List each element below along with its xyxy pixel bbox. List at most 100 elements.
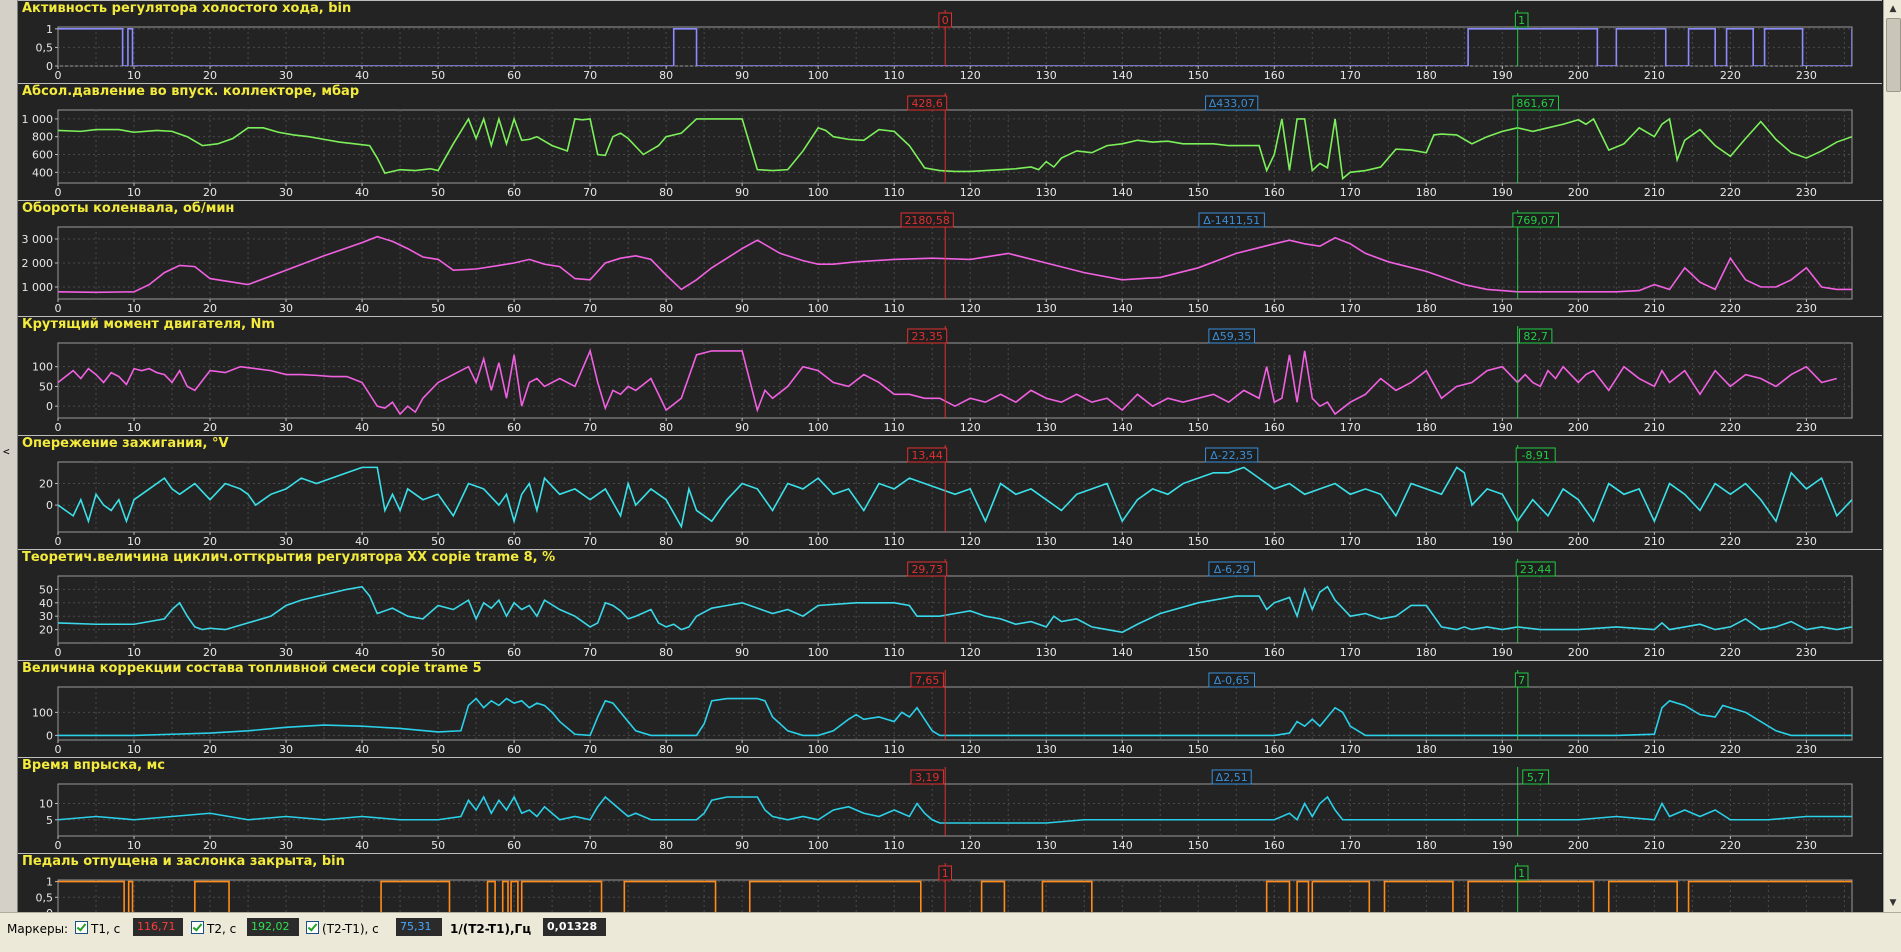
marker-t2-label: -8,91 <box>1521 449 1549 462</box>
x-tick-label: 160 <box>1264 646 1285 659</box>
y-tick-label: 800 <box>32 131 53 144</box>
x-tick-label: 70 <box>583 646 597 659</box>
x-tick-label: 190 <box>1492 302 1513 315</box>
chart-title: Величина коррекции состава топливной сме… <box>22 661 482 676</box>
charts-svg: Активность регулятора холостого хода, bi… <box>18 0 1882 912</box>
scroll-up-icon[interactable]: ▲ <box>1886 2 1900 16</box>
x-tick-label: 80 <box>659 743 673 756</box>
plot-area <box>57 783 1853 837</box>
x-tick-label: 180 <box>1416 535 1437 548</box>
x-tick-label: 70 <box>583 69 597 82</box>
marker-t1-label: 428,6 <box>911 97 943 110</box>
t2-checkbox[interactable] <box>191 921 204 934</box>
scroll-down-icon[interactable]: ▼ <box>1886 896 1900 910</box>
x-tick-label: 170 <box>1340 69 1361 82</box>
x-tick-label: 50 <box>431 743 445 756</box>
chart-9: Педаль отпущена и заслонка закрыта, bin 0… <box>18 853 1882 912</box>
x-tick-label: 80 <box>659 69 673 82</box>
x-tick-label: 140 <box>1112 535 1133 548</box>
x-tick-label: 90 <box>735 302 749 315</box>
x-tick-label: 110 <box>884 69 905 82</box>
x-tick-label: 0 <box>55 421 62 434</box>
x-tick-label: 60 <box>507 535 521 548</box>
x-tick-label: 220 <box>1720 302 1741 315</box>
y-tick-label: 100 <box>32 706 53 719</box>
x-tick-label: 100 <box>808 535 829 548</box>
dt-checkbox[interactable] <box>306 921 319 934</box>
x-tick-label: 0 <box>55 302 62 315</box>
x-tick-label: 160 <box>1264 186 1285 199</box>
collapse-left-icon[interactable]: < <box>3 445 10 458</box>
y-tick-label: 50 <box>39 380 53 393</box>
vertical-scrollbar[interactable]: ▲ ▼ <box>1883 0 1901 912</box>
x-tick-label: 110 <box>884 186 905 199</box>
status-bar <box>0 942 1901 952</box>
x-tick-label: 140 <box>1112 69 1133 82</box>
x-tick-label: 200 <box>1568 69 1589 82</box>
x-tick-label: 90 <box>735 186 749 199</box>
x-tick-label: 220 <box>1720 69 1741 82</box>
x-tick-label: 130 <box>1036 839 1057 852</box>
x-tick-label: 130 <box>1036 743 1057 756</box>
t1-checkbox[interactable] <box>75 921 88 934</box>
x-tick-label: 60 <box>507 646 521 659</box>
y-tick-label: 1 000 <box>22 113 54 126</box>
x-tick-label: 230 <box>1796 535 1817 548</box>
x-tick-label: 10 <box>127 302 141 315</box>
dt-value: 75,31 <box>396 918 442 936</box>
marker-t2-label: 82,7 <box>1523 330 1548 343</box>
x-tick-label: 160 <box>1264 421 1285 434</box>
x-tick-label: 120 <box>960 535 981 548</box>
x-tick-label: 20 <box>203 186 217 199</box>
x-tick-label: 220 <box>1720 535 1741 548</box>
x-tick-label: 190 <box>1492 839 1513 852</box>
marker-delta-label: Δ-1411,51 <box>1203 214 1260 227</box>
marker-delta-label: Δ-0,65 <box>1214 674 1250 687</box>
x-tick-label: 130 <box>1036 186 1057 199</box>
y-tick-label: 1 000 <box>22 281 54 294</box>
plot-area <box>57 26 1853 67</box>
x-tick-label: 150 <box>1188 646 1209 659</box>
x-tick-label: 230 <box>1796 69 1817 82</box>
x-tick-label: 200 <box>1568 186 1589 199</box>
x-tick-label: 170 <box>1340 421 1361 434</box>
chart-5: Опережение зажигания, °V0200 10 20 30 40 50 60… <box>18 435 1882 548</box>
x-tick-label: 100 <box>808 743 829 756</box>
x-tick-label: 20 <box>203 421 217 434</box>
marker-t2-label: 5,7 <box>1527 771 1545 784</box>
x-tick-label: 140 <box>1112 646 1133 659</box>
x-tick-label: 230 <box>1796 743 1817 756</box>
x-tick-label: 210 <box>1644 421 1665 434</box>
y-tick-label: 600 <box>32 149 53 162</box>
marker-t2-label: 861,67 <box>1516 97 1555 110</box>
freq-value: 0,01328 <box>543 918 606 936</box>
x-tick-label: 60 <box>507 69 521 82</box>
scroll-thumb[interactable] <box>1886 18 1901 92</box>
y-tick-label: 2 000 <box>22 257 54 270</box>
x-tick-label: 130 <box>1036 535 1057 548</box>
x-tick-label: 0 <box>55 186 62 199</box>
x-tick-label: 20 <box>203 743 217 756</box>
chart-4: Крутящий момент двигателя, Nm 0 50 100 0 10 20… <box>18 316 1882 434</box>
chart-title: Теоретич.величина циклич.отткрытия регул… <box>22 550 555 565</box>
x-tick-label: 70 <box>583 839 597 852</box>
chart-1: Активность регулятора холостого хода, bi… <box>18 0 1882 82</box>
x-tick-label: 200 <box>1568 535 1589 548</box>
left-panel-strip[interactable]: < <box>0 0 18 912</box>
x-tick-label: 40 <box>355 186 369 199</box>
marker-t1-label: 13,44 <box>911 449 943 462</box>
y-tick-label: 0 <box>46 729 53 742</box>
x-tick-label: 170 <box>1340 743 1361 756</box>
x-tick-label: 30 <box>279 186 293 199</box>
plot-area <box>57 686 1853 741</box>
x-tick-label: 220 <box>1720 421 1741 434</box>
x-tick-label: 80 <box>659 535 673 548</box>
y-tick-label: 0 <box>46 400 53 413</box>
x-tick-label: 150 <box>1188 302 1209 315</box>
marker-t1-label: 1 <box>942 867 949 880</box>
x-tick-label: 100 <box>808 186 829 199</box>
marker-t1-label: 29,73 <box>911 563 943 576</box>
x-tick-label: 140 <box>1112 743 1133 756</box>
x-tick-label: 60 <box>507 743 521 756</box>
x-tick-label: 120 <box>960 743 981 756</box>
